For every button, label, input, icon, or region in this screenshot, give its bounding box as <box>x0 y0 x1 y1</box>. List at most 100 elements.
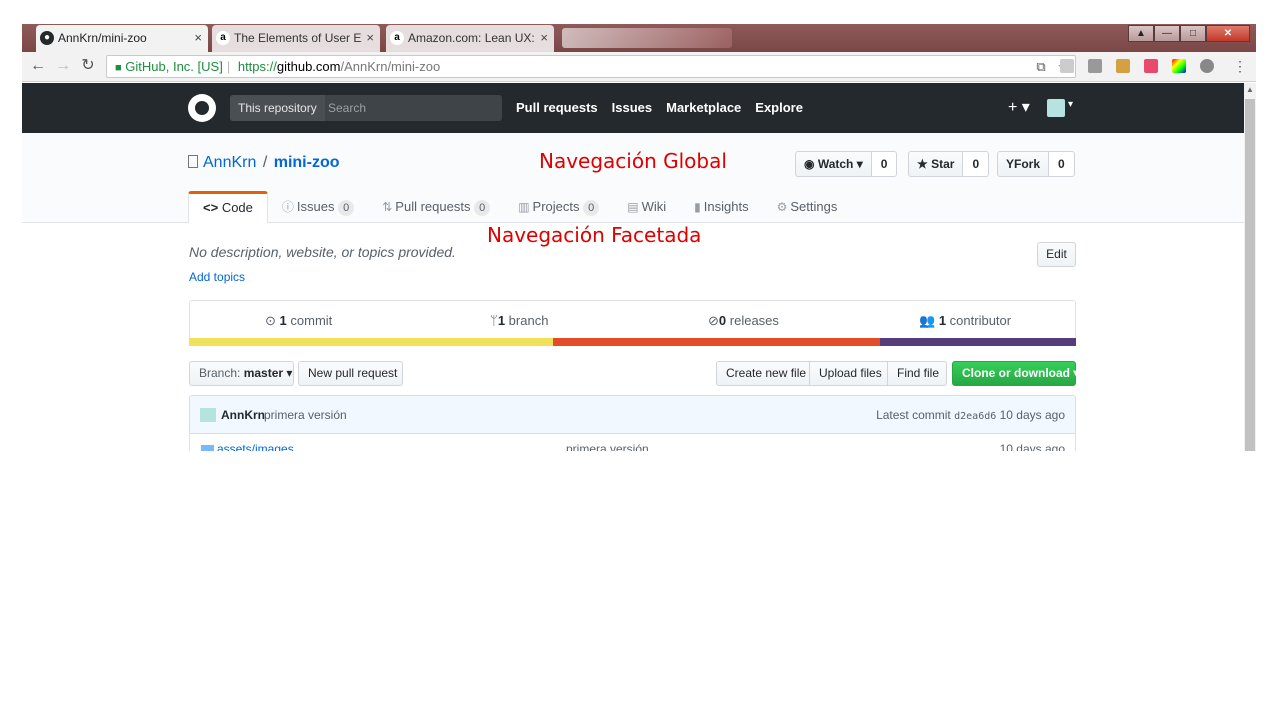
vertical-scrollbar[interactable]: ▲ <box>1244 83 1256 451</box>
commits-link[interactable]: ⊙ 1 commit <box>265 313 332 329</box>
tab-settings[interactable]: ⚙ Settings <box>763 191 852 223</box>
blurred-tab[interactable] <box>562 28 732 48</box>
project-icon: ▥ <box>518 200 530 214</box>
fork-button[interactable]: YFork <box>997 151 1050 177</box>
tab-insights[interactable]: ▮ Insights <box>680 191 762 223</box>
table-row: assets/images primera versión 10 days ag… <box>189 434 1076 451</box>
skype-extension-icon[interactable] <box>1060 59 1074 73</box>
browser-tab-lean-ux[interactable]: a Amazon.com: Lean UX: D × <box>386 25 554 52</box>
scroll-thumb[interactable] <box>1245 99 1255 451</box>
watch-count[interactable]: 0 <box>871 151 898 177</box>
star-icon: ★ <box>917 157 928 171</box>
latest-commit: AnnKrn primera versión Latest commit d2e… <box>189 395 1076 434</box>
new-pull-request-button[interactable]: New pull request <box>298 361 403 386</box>
tab-pull-requests[interactable]: ⇅ Pull requests 0 <box>368 191 504 223</box>
tab-code[interactable]: <> Code <box>188 191 268 223</box>
github-header: This repository Search Pull requests Iss… <box>22 83 1244 133</box>
clone-download-button[interactable]: Clone or download ▾ <box>952 361 1079 386</box>
tab-projects[interactable]: ▥ Projects 0 <box>504 191 613 223</box>
security-indicator[interactable]: GitHub, Inc. [US] <box>125 59 223 74</box>
star-count[interactable]: 0 <box>963 151 990 177</box>
avatar[interactable] <box>1047 99 1073 117</box>
repo-owner-link[interactable]: AnnKrn <box>203 154 256 171</box>
code-icon: <> <box>203 200 219 215</box>
fork-count[interactable]: 0 <box>1049 151 1075 177</box>
extension-icon[interactable] <box>1088 59 1102 73</box>
watch-button[interactable]: ◉ Watch ▾ <box>795 151 872 177</box>
tab-issues[interactable]: ⓘ Issues 0 <box>268 191 368 223</box>
forward-icon[interactable]: → <box>53 56 73 76</box>
search-box[interactable]: This repository Search <box>230 95 502 121</box>
close-tab-icon[interactable]: × <box>194 25 202 51</box>
address-bar[interactable]: ■ GitHub, Inc. [US] | https://github.com/… <box>106 55 1076 78</box>
lock-icon: ■ <box>115 62 122 74</box>
releases-link[interactable]: ⊘0 releases <box>708 313 779 329</box>
global-nav: Pull requests Issues Marketplace Explore <box>516 83 803 133</box>
tag-icon: ⊘ <box>708 313 719 328</box>
nav-explore[interactable]: Explore <box>755 83 803 133</box>
commit-age: 10 days ago <box>999 408 1065 422</box>
amazon-icon: a <box>216 31 230 45</box>
profile-icon[interactable]: ▲ <box>1128 25 1154 42</box>
branch-icon: ᛘ <box>490 313 498 328</box>
menu-icon[interactable]: ⋮ <box>1230 56 1250 76</box>
browser-tab-github[interactable]: ● AnnKrn/mini-zoo × <box>36 25 208 52</box>
pull-request-icon: ⇅ <box>382 200 393 214</box>
create-new-file-button[interactable]: Create new file <box>716 361 810 386</box>
commit-message-link[interactable]: primera versión <box>264 408 347 422</box>
maximize-icon[interactable]: □ <box>1180 25 1206 42</box>
file-navigation: Branch: master ▾ New pull request Create… <box>22 361 1244 386</box>
extension-icon[interactable] <box>1144 59 1158 73</box>
window-controls: ▲ — □ ✕ <box>1128 25 1250 43</box>
search-input[interactable]: Search <box>328 95 366 121</box>
color-extension-icon[interactable] <box>1172 59 1186 73</box>
language-segment-3[interactable] <box>880 338 1076 346</box>
scroll-up-icon[interactable]: ▲ <box>1244 83 1256 97</box>
reload-icon[interactable]: ↻ <box>78 56 98 76</box>
add-topics-link[interactable]: Add topics <box>189 270 245 284</box>
minimize-icon[interactable]: — <box>1154 25 1180 42</box>
extension-icon[interactable] <box>1116 59 1130 73</box>
browser-window: ● AnnKrn/mini-zoo × a The Elements of Us… <box>22 24 1256 451</box>
upload-files-button[interactable]: Upload files <box>809 361 888 386</box>
repo-icon <box>188 155 198 168</box>
branch-select-button[interactable]: Branch: master ▾ <box>189 361 294 386</box>
browser-tab-elements-ux[interactable]: a The Elements of User Exp × <box>212 25 380 52</box>
create-new-menu[interactable]: + ▾ <box>1008 97 1030 117</box>
file-link[interactable]: assets/images <box>217 442 294 451</box>
branches-link[interactable]: ᛘ1 branch <box>490 313 548 328</box>
contributors-link[interactable]: 👥 1 contributor <box>919 313 1011 329</box>
language-bar[interactable] <box>189 338 1076 346</box>
back-icon[interactable]: ← <box>28 56 48 76</box>
commit-author-link[interactable]: AnnKrn <box>221 408 265 422</box>
repo-header: AnnKrn / mini-zoo ◉ Watch ▾ 0 ★ Star 0 Y… <box>22 133 1244 223</box>
find-file-button[interactable]: Find file <box>887 361 947 386</box>
translate-icon[interactable]: ⧉ <box>1036 59 1045 74</box>
nav-marketplace[interactable]: Marketplace <box>666 83 741 133</box>
close-tab-icon[interactable]: × <box>366 25 374 51</box>
close-tab-icon[interactable]: × <box>540 25 548 51</box>
watch-action: ◉ Watch ▾ 0 <box>795 151 898 177</box>
nav-pull-requests[interactable]: Pull requests <box>516 83 598 133</box>
file-commit-message[interactable]: primera versión <box>566 442 649 451</box>
url-host: github.com <box>276 59 341 74</box>
repo-name-link[interactable]: mini-zoo <box>274 154 340 171</box>
issue-icon: ⓘ <box>281 200 294 214</box>
projects-counter: 0 <box>583 200 600 216</box>
close-window-icon[interactable]: ✕ <box>1206 25 1250 42</box>
language-segment-1[interactable] <box>189 338 553 346</box>
edit-button[interactable]: Edit <box>1037 242 1076 267</box>
star-button[interactable]: ★ Star <box>908 151 964 177</box>
avatar[interactable] <box>200 408 216 422</box>
nav-issues[interactable]: Issues <box>612 83 652 133</box>
people-icon: 👥 <box>919 313 936 328</box>
extension-icon[interactable] <box>1200 59 1214 73</box>
annotation-global-navigation: Navegación Global <box>539 149 727 173</box>
tab-wiki[interactable]: ▤ Wiki <box>613 191 680 223</box>
repo-title: AnnKrn / mini-zoo <box>188 154 340 172</box>
commit-sha-link[interactable]: d2ea6d6 <box>954 411 996 422</box>
fork-icon: Y <box>1006 157 1015 171</box>
language-segment-2[interactable] <box>553 338 880 346</box>
github-logo-icon[interactable] <box>188 94 216 122</box>
repo-title-separator: / <box>262 154 268 171</box>
